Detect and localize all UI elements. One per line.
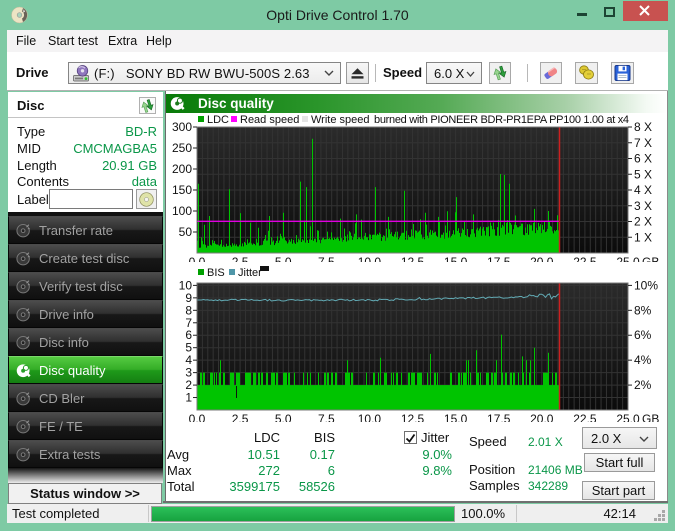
svg-text:2 X: 2 X <box>634 215 652 229</box>
svg-text:200: 200 <box>172 162 192 176</box>
svg-text:GB: GB <box>642 412 659 422</box>
svg-text:5.0: 5.0 <box>275 412 292 422</box>
svg-text:7.5: 7.5 <box>318 255 335 262</box>
svg-text:4%: 4% <box>634 353 652 367</box>
svg-text:17.5: 17.5 <box>487 255 511 262</box>
svg-text:4 X: 4 X <box>634 183 652 197</box>
svg-text:10.0: 10.0 <box>358 412 382 422</box>
svg-text:300: 300 <box>172 120 192 134</box>
svg-text:5 X: 5 X <box>634 167 652 181</box>
svg-text:50: 50 <box>179 225 193 239</box>
svg-text:15.0: 15.0 <box>444 255 468 262</box>
svg-text:2.5: 2.5 <box>232 412 249 422</box>
svg-text:2%: 2% <box>634 378 652 392</box>
svg-text:22.5: 22.5 <box>573 412 597 422</box>
svg-text:20.0: 20.0 <box>530 412 554 422</box>
svg-text:8%: 8% <box>634 303 652 317</box>
svg-text:2.5: 2.5 <box>232 255 249 262</box>
svg-text:25.0: 25.0 <box>616 412 640 422</box>
svg-text:10%: 10% <box>634 278 658 292</box>
svg-text:3 X: 3 X <box>634 199 652 213</box>
svg-text:4: 4 <box>185 353 192 367</box>
svg-text:250: 250 <box>172 141 192 155</box>
svg-text:6: 6 <box>185 328 192 342</box>
svg-text:10: 10 <box>179 278 193 292</box>
svg-text:2: 2 <box>185 378 192 392</box>
svg-text:25.0: 25.0 <box>616 255 640 262</box>
svg-text:20.0: 20.0 <box>530 255 554 262</box>
svg-text:0.0: 0.0 <box>189 412 206 422</box>
svg-text:7.5: 7.5 <box>318 412 335 422</box>
svg-text:5.0: 5.0 <box>275 255 292 262</box>
svg-text:12.5: 12.5 <box>401 255 425 262</box>
svg-text:5: 5 <box>185 341 192 355</box>
svg-text:17.5: 17.5 <box>487 412 511 422</box>
svg-text:GB: GB <box>642 255 659 262</box>
svg-text:0.0: 0.0 <box>189 255 206 262</box>
svg-text:3: 3 <box>185 366 192 380</box>
svg-text:7: 7 <box>185 316 192 330</box>
svg-text:1: 1 <box>185 391 192 405</box>
svg-text:6%: 6% <box>634 328 652 342</box>
svg-text:6 X: 6 X <box>634 152 652 166</box>
svg-text:1 X: 1 X <box>634 230 652 244</box>
svg-text:150: 150 <box>172 183 192 197</box>
svg-text:10.0: 10.0 <box>358 255 382 262</box>
svg-text:9: 9 <box>185 291 192 305</box>
svg-text:8: 8 <box>185 303 192 317</box>
svg-text:22.5: 22.5 <box>573 255 597 262</box>
svg-text:100: 100 <box>172 204 192 218</box>
svg-text:7 X: 7 X <box>634 136 652 150</box>
svg-text:12.5: 12.5 <box>401 412 425 422</box>
svg-text:15.0: 15.0 <box>444 412 468 422</box>
svg-text:8 X: 8 X <box>634 120 652 134</box>
